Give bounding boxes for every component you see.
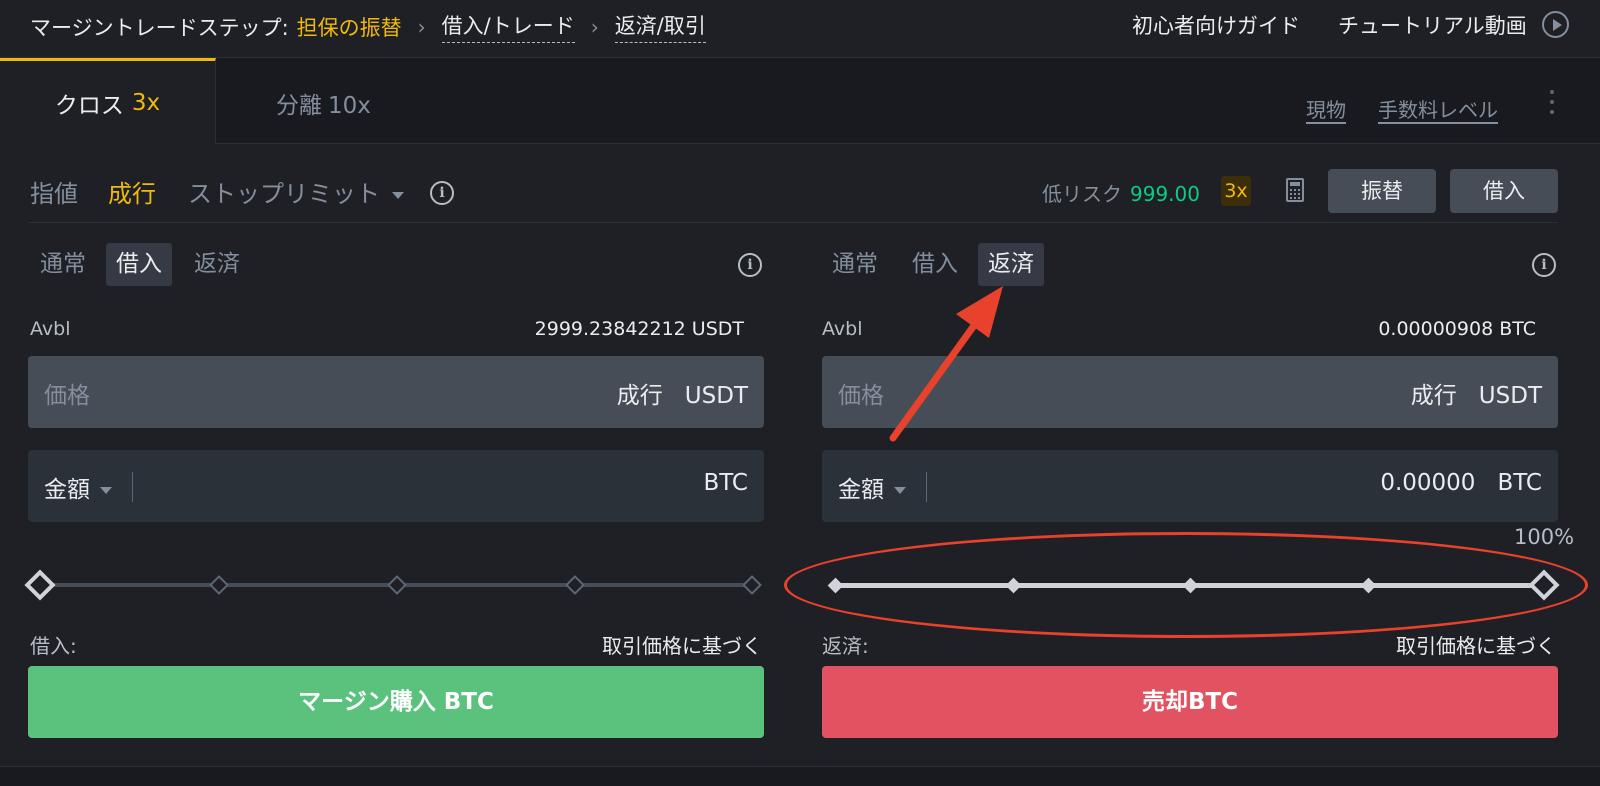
annotation-arrow — [889, 286, 1003, 442]
